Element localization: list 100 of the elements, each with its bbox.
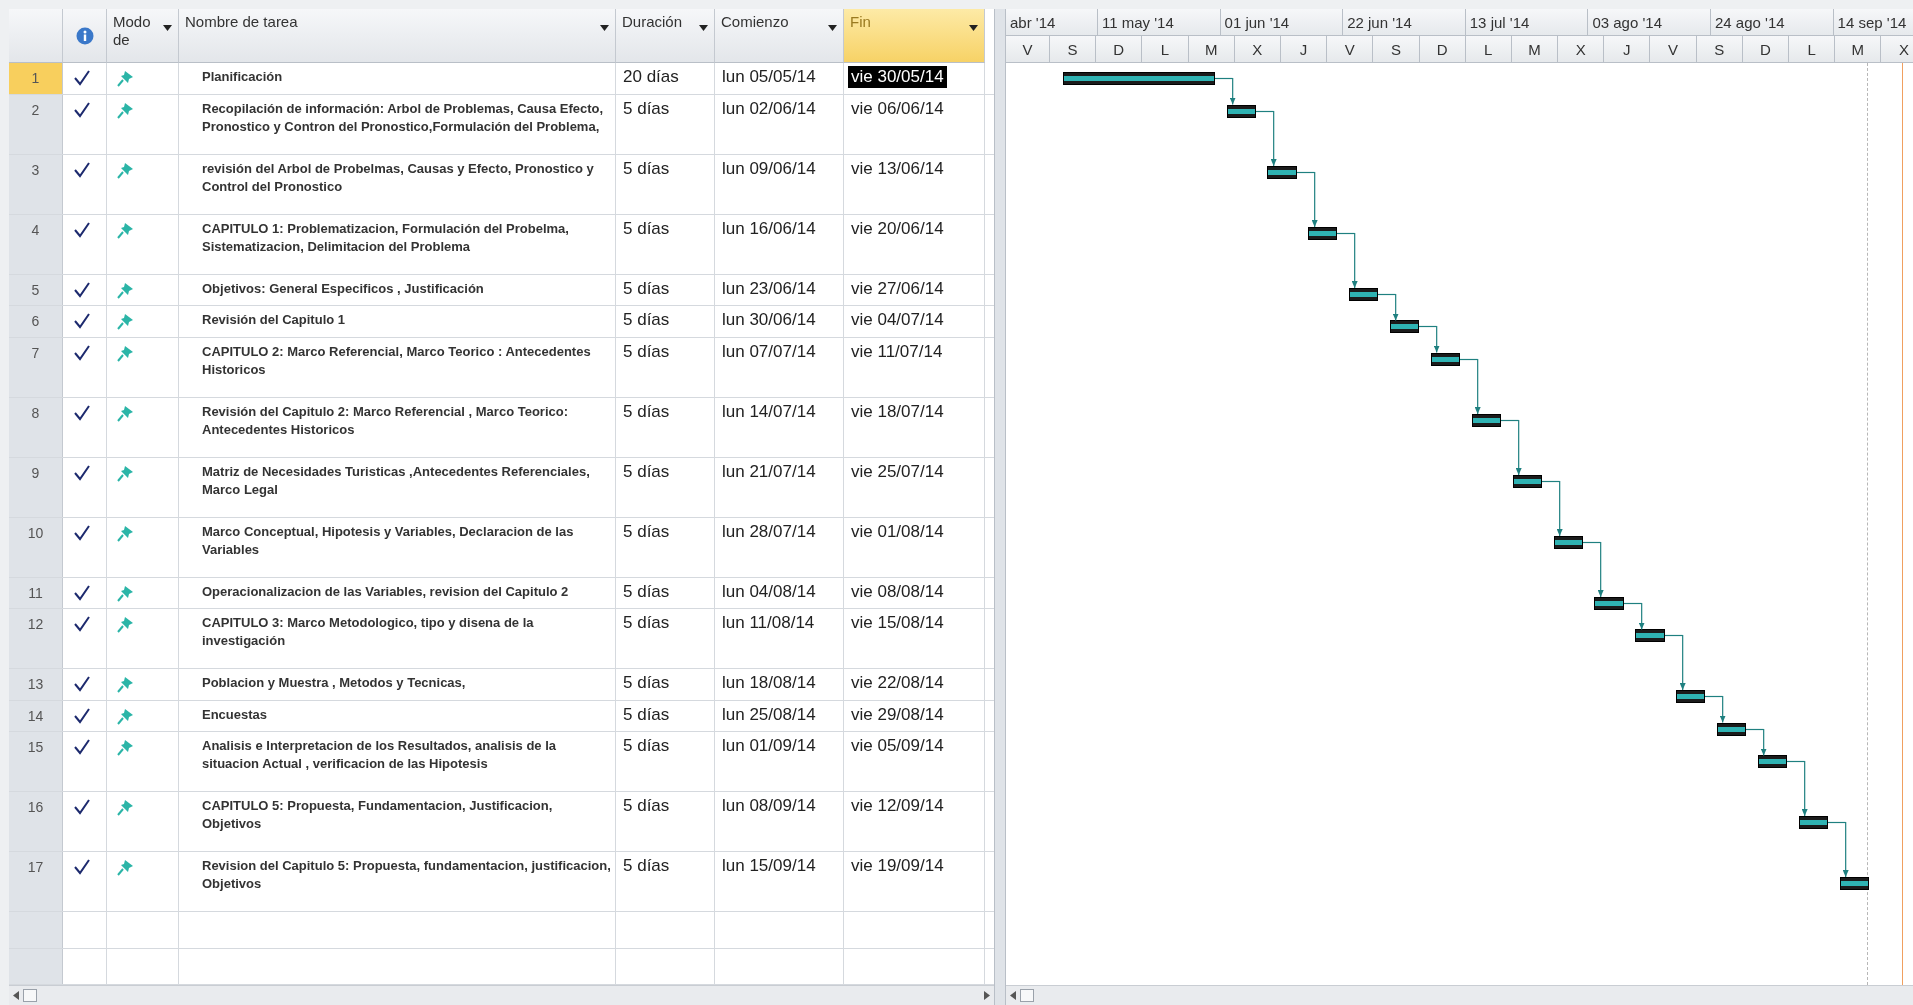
- link-arrow: [1541, 480, 1564, 536]
- pushpin-icon: [115, 738, 135, 758]
- task-bar[interactable]: [1512, 474, 1542, 488]
- finish-date-cell[interactable]: vie 25/07/14: [848, 460, 947, 483]
- indicators-header[interactable]: [63, 9, 107, 63]
- task-bar[interactable]: [1390, 320, 1420, 333]
- finish-date-cell[interactable]: vie 01/08/14: [848, 520, 947, 543]
- scroll-left-icon[interactable]: [1010, 991, 1016, 1000]
- task-bar[interactable]: [1635, 629, 1665, 642]
- task-bar[interactable]: [1430, 352, 1461, 366]
- timescale-day: V: [1327, 36, 1374, 62]
- finish-date-cell[interactable]: vie 04/07/14: [848, 309, 947, 331]
- start-date-cell-text: lun 04/08/14: [721, 580, 817, 603]
- start-date-cell-text: lun 05/05/14: [721, 66, 817, 88]
- finish-date-cell[interactable]: vie 08/08/14: [848, 580, 947, 603]
- finish-date-cell[interactable]: vie 13/06/14: [848, 157, 947, 180]
- finish-date-cell[interactable]: vie 18/07/14: [848, 400, 947, 423]
- task-bar[interactable]: [1226, 104, 1256, 118]
- finish-date-cell[interactable]: vie 05/09/14: [848, 735, 947, 757]
- dropdown-caret-icon[interactable]: [969, 25, 978, 31]
- link-arrow: [1296, 171, 1319, 227]
- task-bar[interactable]: [1676, 690, 1706, 703]
- pushpin-icon: [115, 403, 135, 424]
- duration-cell-text: 5 días: [622, 580, 671, 603]
- row-number[interactable]: 3: [9, 154, 63, 214]
- row-number[interactable]: 8: [9, 397, 63, 457]
- finish-date-cell[interactable]: vie 06/06/14: [848, 97, 947, 120]
- finish-date-cell[interactable]: vie 27/06/14: [848, 277, 947, 300]
- start-date-cell-text: lun 07/07/14: [721, 340, 817, 363]
- row-number[interactable]: 14: [9, 700, 63, 731]
- task-bar[interactable]: [1839, 877, 1869, 890]
- row-number[interactable]: 13: [9, 669, 63, 700]
- timescale-day: X: [1234, 36, 1281, 62]
- task-bar[interactable]: [1594, 596, 1624, 610]
- dropdown-caret-icon[interactable]: [699, 25, 708, 31]
- dropdown-caret-icon[interactable]: [163, 25, 172, 31]
- row-number[interactable]: 9: [9, 457, 63, 517]
- column-header[interactable]: Comienzo: [715, 9, 844, 63]
- task-name: Operacionalizacion de las Variables, revision del Capitulo 2: [202, 582, 570, 601]
- row-number[interactable]: 15: [9, 732, 63, 791]
- scroll-right-icon[interactable]: [984, 991, 990, 1000]
- timescale-day: S: [1373, 36, 1420, 62]
- dropdown-caret-icon[interactable]: [600, 25, 609, 31]
- finish-date-cell[interactable]: vie 12/09/14: [848, 795, 947, 817]
- row-number[interactable]: 16: [9, 792, 63, 851]
- task-bar[interactable]: [1553, 535, 1583, 549]
- finish-date-cell[interactable]: vie 20/06/14: [848, 217, 947, 240]
- row-number[interactable]: 2: [9, 94, 63, 154]
- dropdown-caret-icon[interactable]: [828, 25, 837, 31]
- column-header[interactable]: Duración: [616, 9, 715, 63]
- pushpin-icon: [115, 798, 135, 818]
- finish-date-cell[interactable]: vie 29/08/14: [848, 703, 947, 726]
- timescale-day: D: [1419, 36, 1466, 62]
- row-number[interactable]: 10: [9, 517, 63, 577]
- horizontal-scrollbar[interactable]: [1006, 985, 1913, 1005]
- scroll-thumb[interactable]: [23, 989, 37, 1002]
- start-date-cell-text: lun 23/06/14: [721, 277, 817, 300]
- duration-cell-text: 5 días: [622, 735, 671, 757]
- task-bar[interactable]: [1471, 413, 1501, 427]
- timescale-day: S: [1696, 36, 1743, 62]
- horizontal-scrollbar[interactable]: [9, 985, 994, 1005]
- start-date-cell-text: lun 21/07/14: [721, 460, 817, 483]
- column-header[interactable]: Modo de: [107, 9, 179, 63]
- task-name: CAPITULO 1: Problematizacion, Formulación del Probelma, Sistematizacion, Delimitacion del Problema: [202, 219, 570, 256]
- task-name: Encuestas: [202, 705, 269, 724]
- duration-cell-text: 5 días: [622, 340, 671, 363]
- row-number[interactable]: 7: [9, 337, 63, 397]
- task-bar[interactable]: [1717, 722, 1747, 736]
- task-bar[interactable]: [1349, 287, 1379, 301]
- start-date-cell-text: lun 15/09/14: [721, 855, 817, 877]
- row-number[interactable]: 17: [9, 852, 63, 911]
- column-header[interactable]: Nombre de tarea: [179, 9, 616, 63]
- finish-date-cell[interactable]: vie 11/07/14: [848, 340, 946, 363]
- task-bar[interactable]: [1308, 226, 1338, 240]
- scroll-left-icon[interactable]: [13, 991, 19, 1000]
- task-bar[interactable]: [1798, 816, 1828, 829]
- pushpin-icon: [115, 343, 135, 364]
- row-number[interactable]: 5: [9, 274, 63, 305]
- row-number[interactable]: 4: [9, 214, 63, 274]
- timescale-day: V: [1006, 36, 1050, 62]
- row-number[interactable]: 1: [9, 63, 63, 94]
- task-bar[interactable]: [1757, 755, 1788, 768]
- row-number[interactable]: 11: [9, 577, 63, 608]
- task-name: Revisión del Capitulo 1: [202, 311, 347, 329]
- finish-date-cell[interactable]: vie 30/05/14: [848, 66, 947, 88]
- task-name: CAPITULO 5: Propuesta, Fundamentacion, Justificacion, Objetivos: [202, 797, 554, 833]
- link-arrow: [1255, 110, 1278, 166]
- finish-date-cell[interactable]: vie 15/08/14: [848, 612, 947, 634]
- row-number[interactable]: 6: [9, 306, 63, 337]
- pushpin-icon: [115, 463, 135, 484]
- link-arrow: [1582, 541, 1605, 597]
- finish-date-cell[interactable]: vie 19/09/14: [848, 855, 947, 877]
- row-number[interactable]: 12: [9, 609, 63, 668]
- task-name: Planificación: [202, 68, 284, 86]
- pushpin-icon: [115, 69, 135, 89]
- task-bar[interactable]: [1063, 72, 1215, 85]
- task-bar[interactable]: [1267, 165, 1297, 179]
- scroll-thumb[interactable]: [1020, 989, 1034, 1002]
- link-arrow: [1623, 602, 1646, 629]
- finish-date-cell[interactable]: vie 22/08/14: [848, 672, 947, 694]
